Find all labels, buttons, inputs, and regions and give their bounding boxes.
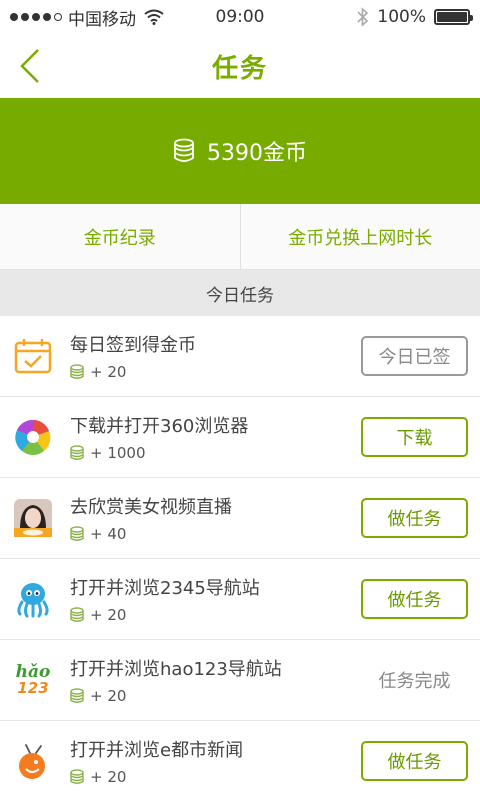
task-row: hǎo 123 打开并浏览hao123导航站 + 20 任务完成 (0, 640, 480, 721)
task-reward: + 20 (70, 606, 361, 624)
status-bar: 中国移动 09:00 100% (0, 0, 480, 34)
back-button[interactable] (14, 46, 48, 86)
live-video-app-icon (14, 499, 52, 537)
task-row: 去欣赏美女视频直播 + 40 做任务 (0, 478, 480, 559)
task-reward: + 20 (70, 363, 361, 381)
download-button[interactable]: 下载 (361, 417, 468, 457)
task-reward: + 20 (70, 768, 361, 786)
bluetooth-icon (357, 7, 369, 27)
coin-icon (70, 445, 84, 460)
task-complete-label: 任务完成 (361, 660, 468, 700)
task-row: 下载并打开360浏览器 + 1000 下载 (0, 397, 480, 478)
do-task-button[interactable]: 做任务 (361, 498, 468, 538)
coin-icon (70, 769, 84, 784)
coin-icon (70, 526, 84, 541)
task-list: 每日签到得金币 + 20 今日已签 下载并打开360浏览器 + 1000 下载 … (0, 316, 480, 800)
task-title: 打开并浏览e都市新闻 (70, 740, 244, 761)
do-task-button[interactable]: 做任务 (361, 579, 468, 619)
signed-today-button[interactable]: 今日已签 (361, 336, 468, 376)
coin-icon (70, 688, 84, 703)
task-row: 打开并浏览2345导航站 + 20 做任务 (0, 559, 480, 640)
task-row: 打开并浏览e都市新闻 + 20 做任务 (0, 721, 480, 800)
signal-icon (10, 13, 62, 21)
coin-record-button[interactable]: 金币纪录 (0, 204, 240, 269)
battery-icon (434, 9, 473, 25)
task-title: 下载并打开360浏览器 (70, 416, 249, 437)
coin-balance: 5390金币 (207, 141, 307, 166)
task-reward: + 40 (70, 525, 361, 543)
exchange-time-button[interactable]: 金币兑换上网时长 (239, 204, 480, 269)
hao123-icon: hǎo 123 (15, 662, 51, 697)
360-browser-icon (14, 418, 52, 456)
coin-links: 金币纪录 金币兑换上网时长 (0, 204, 480, 270)
task-title: 每日签到得金币 (70, 335, 196, 356)
task-title: 去欣赏美女视频直播 (70, 497, 232, 518)
task-row: 每日签到得金币 + 20 今日已签 (0, 316, 480, 397)
e-city-news-icon (14, 742, 52, 780)
coin-icon (70, 607, 84, 622)
task-title: 打开并浏览hao123导航站 (70, 659, 282, 680)
coin-balance-banner: 5390金币 (0, 98, 480, 204)
task-reward: + 20 (70, 687, 361, 705)
task-title: 打开并浏览2345导航站 (70, 578, 260, 599)
wifi-icon (144, 9, 164, 25)
octopus-2345-icon (14, 580, 52, 618)
carrier-label: 中国移动 (68, 9, 136, 30)
section-header: 今日任务 (0, 270, 480, 316)
page-title: 任务 (211, 53, 268, 84)
coin-icon (70, 364, 84, 379)
do-task-button[interactable]: 做任务 (361, 741, 468, 781)
coin-stack-icon (174, 138, 194, 162)
battery-percent: 100% (377, 7, 426, 27)
nav-bar: 任务 (0, 34, 480, 98)
task-reward: + 1000 (70, 444, 361, 462)
calendar-check-icon (14, 337, 52, 375)
